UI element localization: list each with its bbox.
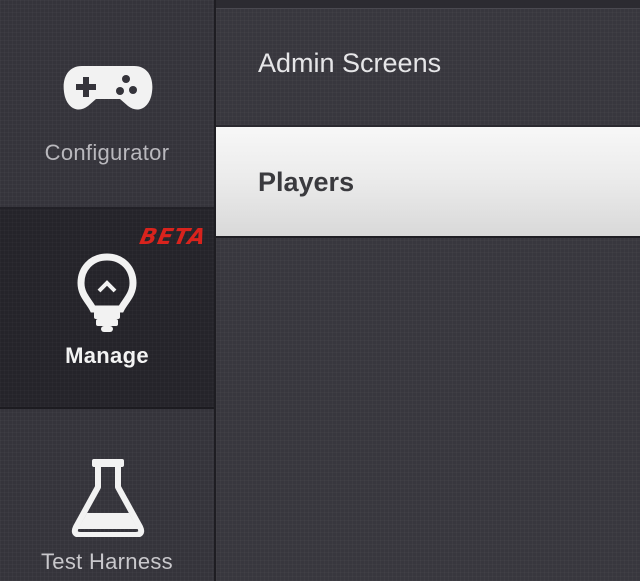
submenu-panel: Admin Screens Players bbox=[216, 0, 640, 581]
lightbulb-icon bbox=[77, 253, 137, 338]
sidebar-item-manage[interactable]: BETA Manage bbox=[0, 209, 214, 409]
sidebar-item-label: Manage bbox=[65, 343, 149, 368]
beta-badge: BETA bbox=[137, 225, 209, 250]
gamepad-icon bbox=[62, 62, 154, 119]
sidebar-item-label: Test Harness bbox=[41, 549, 173, 574]
flask-icon bbox=[70, 457, 146, 542]
submenu-item-admin-screens[interactable]: Admin Screens bbox=[216, 8, 640, 127]
sidebar-item-test-harness[interactable]: Test Harness bbox=[0, 409, 214, 581]
sidebar-item-label: Configurator bbox=[44, 140, 170, 165]
app-window: Configurator BETA Manage Test Harness Ad… bbox=[0, 0, 640, 581]
submenu-item-players[interactable]: Players bbox=[216, 127, 640, 238]
sidebar-item-configurator[interactable]: Configurator bbox=[0, 0, 214, 209]
sidebar: Configurator BETA Manage Test Harness bbox=[0, 0, 216, 581]
